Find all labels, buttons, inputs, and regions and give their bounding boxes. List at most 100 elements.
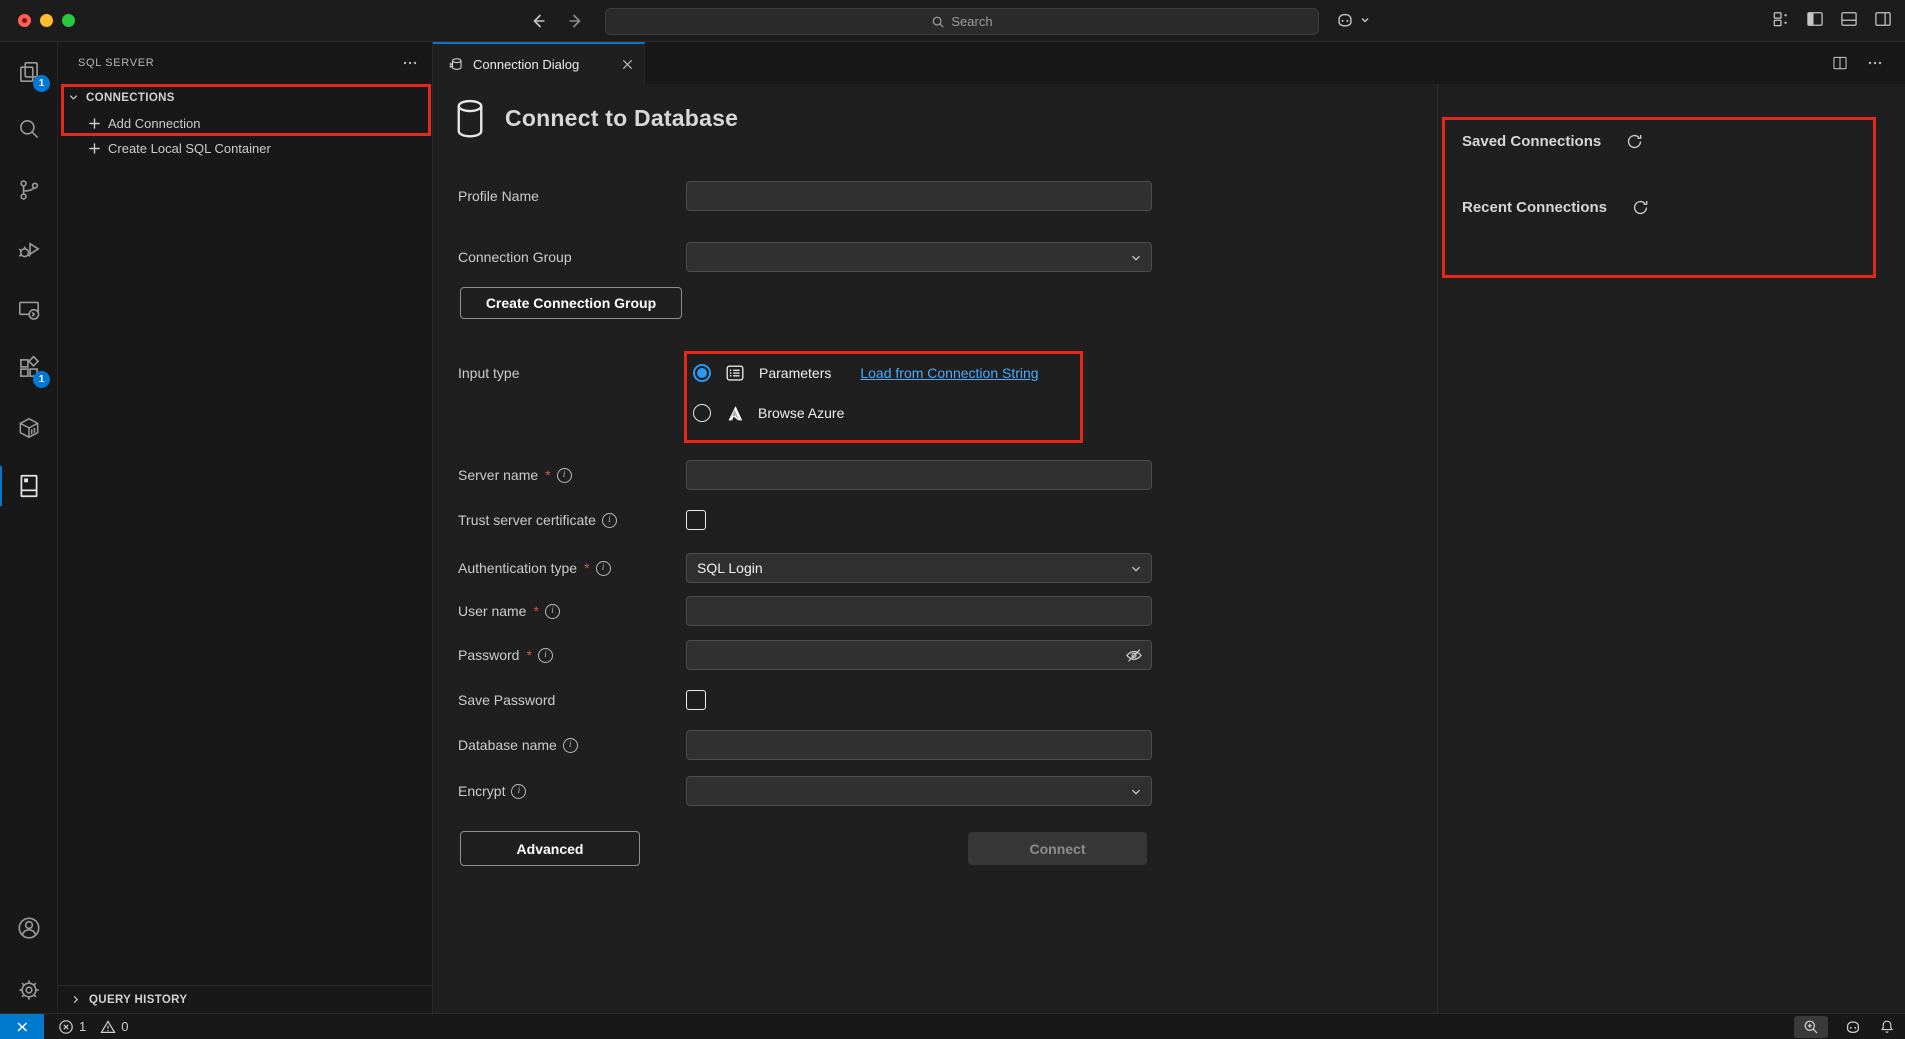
copilot-status-icon[interactable]	[1843, 1017, 1863, 1037]
server-name-label: Server name	[458, 467, 538, 483]
save-password-label: Save Password	[458, 692, 555, 708]
refresh-saved-connections-icon[interactable]	[1625, 132, 1644, 151]
input-type-label: Input type	[458, 365, 520, 381]
error-count: 1	[79, 1019, 86, 1034]
accounts-icon[interactable]	[0, 902, 58, 954]
auth-type-label: Authentication type	[458, 560, 577, 576]
database-name-label: Database name	[458, 737, 557, 753]
search-view-icon[interactable]	[0, 104, 58, 156]
forward-icon[interactable]	[566, 11, 586, 31]
toggle-secondary-sidebar-icon[interactable]	[1873, 9, 1893, 29]
chevron-down-icon	[1130, 252, 1142, 264]
sidebar-title: SQL SERVER	[78, 57, 402, 69]
sidebar-more-actions-icon[interactable]	[402, 55, 418, 71]
tab-label: Connection Dialog	[473, 57, 612, 72]
customize-layout-icon[interactable]	[1771, 9, 1791, 29]
warning-count: 0	[121, 1019, 128, 1034]
profile-name-input[interactable]	[686, 181, 1152, 211]
dialog-title: Connect to Database	[505, 105, 738, 132]
database-name-input[interactable]	[686, 730, 1152, 760]
more-actions-icon[interactable]	[1867, 55, 1883, 71]
connection-dialog-tab-icon	[447, 56, 464, 73]
copilot-icon	[1334, 9, 1356, 31]
info-icon[interactable]: i	[557, 468, 572, 483]
connection-group-label: Connection Group	[458, 249, 572, 265]
zoom-indicator[interactable]	[1794, 1016, 1828, 1038]
parameters-radio[interactable]	[693, 364, 711, 382]
user-name-label: User name	[458, 603, 526, 619]
saved-connections-label: Saved Connections	[1462, 133, 1601, 150]
remote-explorer-icon[interactable]	[0, 284, 58, 336]
minimize-window-button[interactable]	[40, 14, 53, 27]
window-controls	[18, 14, 75, 27]
password-label: Password	[458, 647, 519, 663]
problems-indicator[interactable]: 1 0	[58, 1019, 128, 1035]
connect-button[interactable]: Connect	[968, 832, 1147, 865]
toggle-primary-sidebar-icon[interactable]	[1805, 9, 1825, 29]
copilot-menu[interactable]	[1334, 9, 1370, 31]
required-marker: *	[584, 560, 589, 576]
query-history-section-header[interactable]: QUERY HISTORY	[58, 985, 432, 1013]
tab-connection-dialog[interactable]: Connection Dialog	[433, 42, 645, 84]
parameters-icon	[724, 362, 746, 384]
error-icon	[58, 1019, 74, 1035]
explorer-icon[interactable]: 1	[0, 46, 58, 98]
tree-item-label: Add Connection	[108, 116, 201, 131]
profile-name-label: Profile Name	[458, 188, 539, 204]
source-control-icon[interactable]	[0, 164, 58, 216]
advanced-button[interactable]: Advanced	[460, 831, 640, 866]
trust-cert-checkbox[interactable]	[686, 510, 706, 530]
tree-item-label: Create Local SQL Container	[108, 141, 271, 156]
create-connection-group-button[interactable]: Create Connection Group	[460, 287, 682, 319]
settings-gear-icon[interactable]	[0, 964, 58, 1016]
sidebar-item-add-connection[interactable]: Add Connection	[58, 111, 432, 136]
database-icon	[455, 98, 485, 139]
notifications-bell-icon[interactable]	[1878, 1018, 1896, 1036]
refresh-recent-connections-icon[interactable]	[1631, 198, 1650, 217]
close-tab-icon[interactable]	[621, 58, 634, 71]
toggle-panel-icon[interactable]	[1839, 9, 1859, 29]
browse-azure-radio[interactable]	[693, 404, 711, 422]
search-icon	[931, 15, 945, 29]
toggle-password-visibility-icon[interactable]	[1124, 645, 1144, 665]
run-debug-icon[interactable]	[0, 224, 58, 276]
tab-bar: Connection Dialog	[433, 42, 1905, 84]
chevron-down-icon	[1130, 563, 1142, 575]
save-password-checkbox[interactable]	[686, 690, 706, 710]
split-editor-icon[interactable]	[1831, 54, 1849, 72]
sidebar-item-create-local-sql-container[interactable]: Create Local SQL Container	[58, 136, 432, 161]
password-input[interactable]	[686, 640, 1152, 670]
encrypt-select[interactable]	[686, 776, 1152, 806]
query-history-label: QUERY HISTORY	[89, 994, 187, 1006]
user-name-input[interactable]	[686, 596, 1152, 626]
server-name-input[interactable]	[686, 460, 1152, 490]
containers-icon[interactable]	[0, 402, 58, 454]
required-marker: *	[526, 647, 531, 663]
remote-indicator[interactable]	[0, 1014, 44, 1039]
info-icon[interactable]: i	[538, 648, 553, 663]
connection-group-select[interactable]	[686, 242, 1152, 272]
connections-section-header[interactable]: CONNECTIONS	[58, 85, 432, 110]
connection-dialog-webview: Connect to Database Profile Name Connect…	[433, 84, 1905, 1013]
info-icon[interactable]: i	[596, 561, 611, 576]
encrypt-label: Encrypt	[458, 783, 505, 799]
close-window-button[interactable]	[18, 14, 31, 27]
command-center-search[interactable]: Search	[605, 8, 1319, 35]
parameters-radio-label: Parameters	[759, 365, 831, 381]
info-icon[interactable]: i	[511, 784, 526, 799]
back-icon[interactable]	[528, 11, 548, 31]
sql-server-icon[interactable]	[0, 460, 58, 512]
info-icon[interactable]: i	[563, 738, 578, 753]
search-placeholder: Search	[951, 14, 992, 29]
maximize-window-button[interactable]	[62, 14, 75, 27]
panel-divider	[1437, 84, 1438, 1013]
extensions-badge: 1	[33, 371, 50, 388]
warning-icon	[100, 1019, 116, 1035]
title-bar: Search	[0, 0, 1905, 42]
auth-type-select[interactable]: SQL Login	[686, 553, 1152, 583]
required-marker: *	[533, 603, 538, 619]
info-icon[interactable]: i	[545, 604, 560, 619]
info-icon[interactable]: i	[602, 513, 617, 528]
extensions-icon[interactable]: 1	[0, 342, 58, 394]
load-from-connection-string-link[interactable]: Load from Connection String	[860, 365, 1038, 381]
